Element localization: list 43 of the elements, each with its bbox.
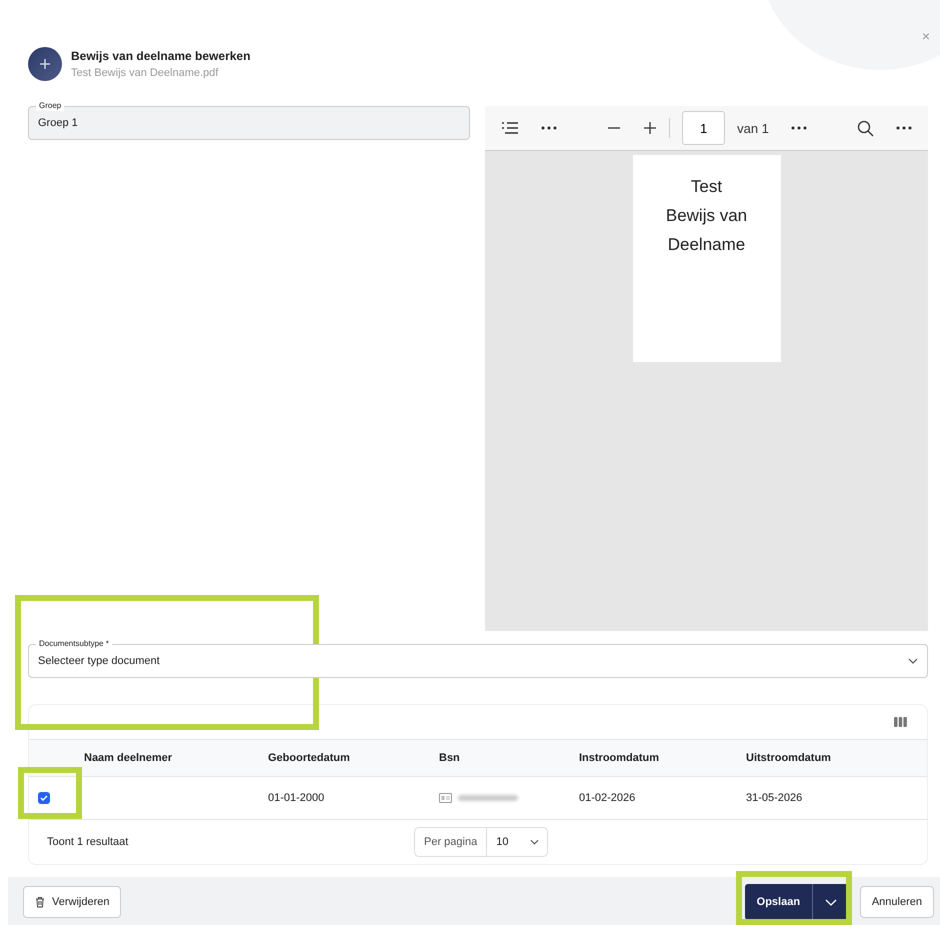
plus-icon — [28, 47, 62, 81]
more-icon[interactable] — [896, 126, 912, 130]
page-input[interactable]: 1 — [682, 111, 726, 145]
highlight-frame — [18, 767, 82, 819]
field-label: Groep — [36, 101, 64, 111]
delete-button[interactable]: Verwijderen — [23, 886, 122, 918]
page-text: Deelname — [666, 234, 746, 256]
column-header: Naam deelnemer — [84, 752, 174, 764]
column-header: Uitstroomdatum — [746, 752, 832, 764]
field-value: Groep 1 — [38, 117, 78, 129]
more-icon[interactable] — [541, 126, 557, 130]
id-card-icon — [439, 793, 452, 803]
select-placeholder: Selecteer type document — [38, 655, 160, 667]
per-page-value: 10 — [495, 836, 510, 848]
table-cell-text: 01-01-2000 — [268, 792, 326, 804]
column-header: Instroomdatum — [579, 752, 660, 764]
per-page-select[interactable]: Per pagina 10 — [414, 827, 548, 857]
checkmark-icon — [40, 795, 48, 801]
chevron-down-icon — [530, 839, 540, 845]
result-count: Toont 1 resultaat — [47, 836, 130, 848]
column-header: Bsn — [439, 752, 461, 764]
row-checkbox[interactable] — [38, 792, 50, 804]
list-icon[interactable] — [501, 121, 519, 135]
field-label: Documentsubtype * — [36, 639, 112, 649]
zoom-in-icon[interactable] — [643, 121, 658, 135]
columns-icon[interactable] — [894, 717, 907, 727]
page-text: Bewijs van — [664, 205, 748, 227]
per-page-label: Per pagina — [415, 828, 488, 856]
table-cell-text: 31-05-2026 — [746, 792, 804, 804]
table-cell-text: 01-02-2026 — [579, 792, 636, 804]
trash-icon — [35, 896, 45, 908]
blurred-value — [458, 795, 518, 801]
more-icon[interactable] — [790, 126, 807, 130]
dialog-title: Bewijs van deelname bewerken — [71, 49, 250, 63]
cancel-button[interactable]: Annuleren — [860, 886, 934, 918]
page-total: van 1 — [737, 120, 769, 136]
chevron-down-icon — [908, 658, 918, 664]
save-button[interactable]: Opslaan — [744, 884, 812, 920]
page-text: Test — [690, 176, 724, 198]
search-icon[interactable] — [857, 120, 874, 136]
column-header: Geboortedatum — [268, 752, 351, 764]
file-name: Test Bewijs van Deelname.pdf — [71, 67, 220, 79]
chevron-down-icon — [825, 898, 838, 906]
